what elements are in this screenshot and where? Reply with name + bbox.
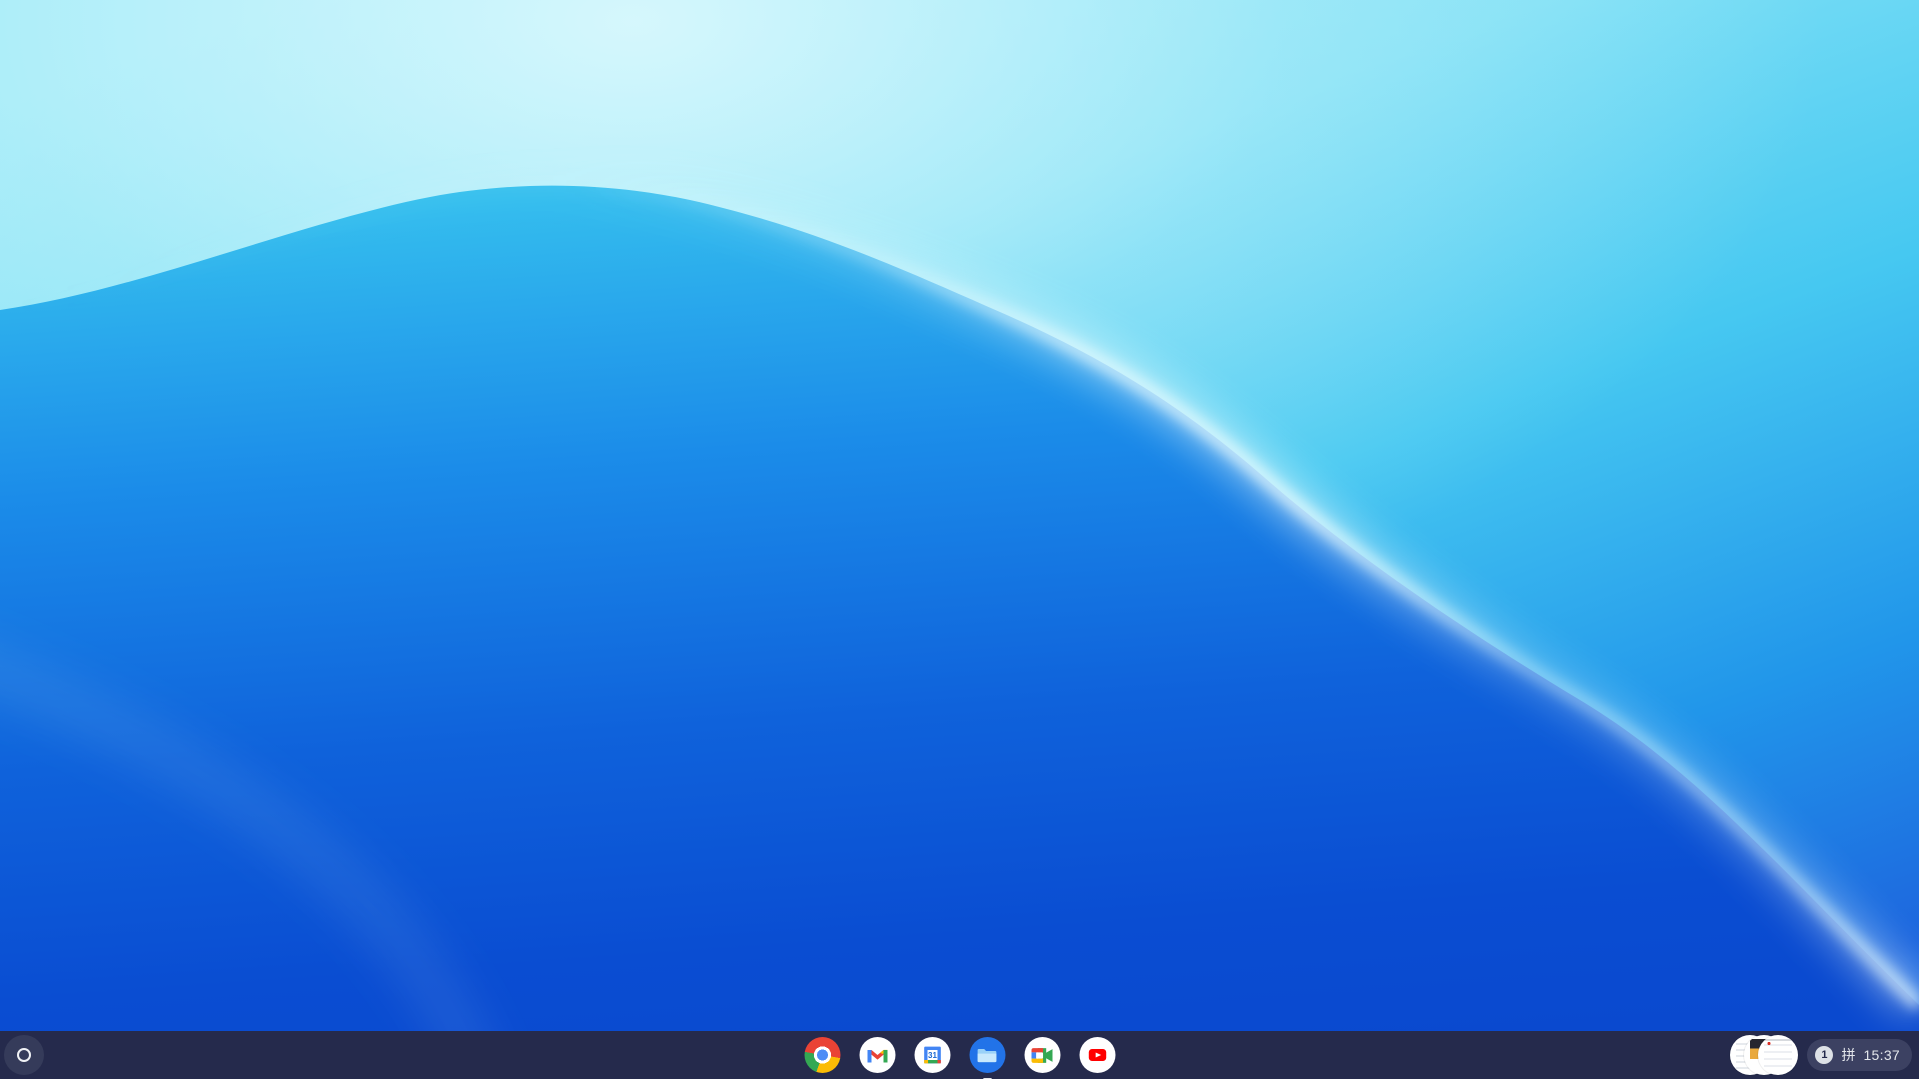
notification-counter: 1 — [1815, 1046, 1833, 1064]
shelf-app-youtube[interactable] — [1079, 1037, 1115, 1073]
shelf: 31 — [0, 1031, 1919, 1079]
holding-space-tray[interactable] — [1730, 1035, 1798, 1075]
files-icon — [978, 1048, 997, 1063]
wallpaper — [0, 0, 1919, 1079]
shelf-app-gmail[interactable] — [859, 1037, 895, 1073]
tote-thumbnail-3 — [1758, 1035, 1798, 1075]
ime-indicator: 拼 — [1841, 1048, 1855, 1062]
svg-text:31: 31 — [928, 1051, 937, 1060]
chromeos-desktop: 31 — [0, 0, 1919, 1079]
meet-icon — [1032, 1048, 1053, 1063]
calendar-icon: 31 — [922, 1045, 942, 1065]
shelf-right-area: 1 拼 15:37 — [1730, 1035, 1919, 1075]
launcher-button[interactable] — [4, 1035, 44, 1075]
clock: 15:37 — [1863, 1048, 1900, 1062]
shelf-app-files[interactable] — [969, 1037, 1005, 1073]
shelf-app-calendar[interactable]: 31 — [914, 1037, 950, 1073]
shelf-app-meet[interactable] — [1024, 1037, 1060, 1073]
chrome-icon — [804, 1037, 840, 1073]
youtube-icon — [1086, 1044, 1108, 1066]
shelf-apps: 31 — [804, 1031, 1115, 1079]
shelf-app-chrome[interactable] — [804, 1037, 840, 1073]
gmail-icon — [867, 1047, 887, 1063]
status-tray[interactable]: 1 拼 15:37 — [1807, 1039, 1912, 1071]
launcher-icon — [17, 1048, 31, 1062]
